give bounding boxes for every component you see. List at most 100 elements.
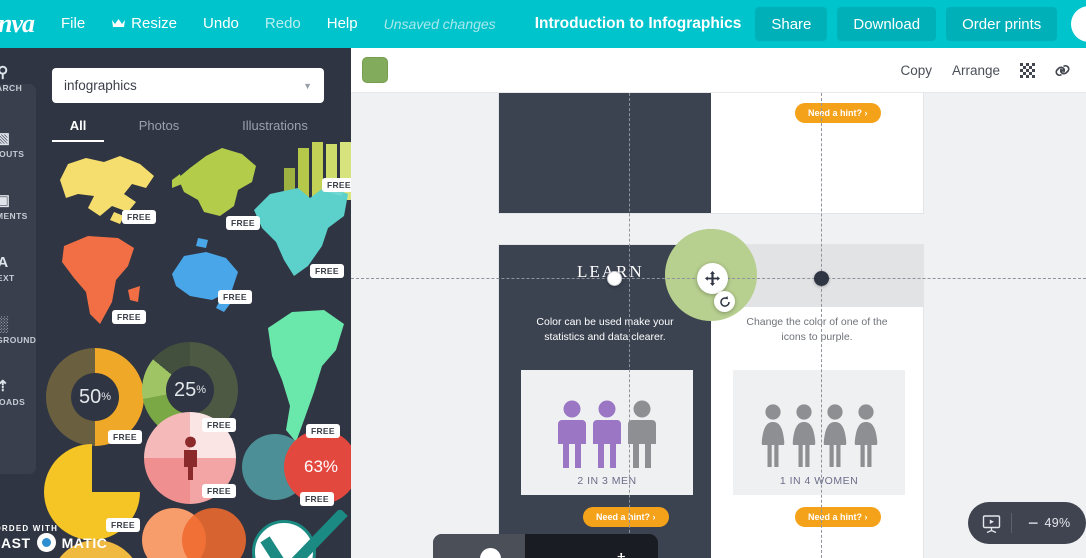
right-caption-line1: Change the color of one of the xyxy=(746,316,888,328)
color-swatch-button[interactable] xyxy=(362,57,388,83)
page1-left-half: CHANCE OF RAIN TODAY xyxy=(499,93,711,213)
result-donut-50[interactable]: 50% FREE xyxy=(46,348,150,452)
selection-handle-right[interactable] xyxy=(814,271,829,286)
search-input[interactable]: infographics ▼ xyxy=(52,68,324,103)
result-australia-map[interactable]: FREE xyxy=(162,238,252,314)
zoom-out-button[interactable]: − xyxy=(1022,513,1045,534)
men-stat-label: 2 IN 3 MEN xyxy=(577,475,637,487)
recorder-left-cap xyxy=(433,534,525,558)
watermark-screencast: ENCAST xyxy=(0,534,31,551)
right-caption: Change the color of one of the icons to … xyxy=(711,315,923,345)
need-a-hint-button-3[interactable]: Need a hint? › xyxy=(795,507,881,527)
free-badge: FREE xyxy=(218,290,252,304)
menu-item-file[interactable]: File xyxy=(48,0,98,48)
tab-illustrations[interactable]: Illustrations xyxy=(214,112,336,142)
watermark-line2: ENCAST MATIC xyxy=(0,533,152,552)
zoom-control: − 49% xyxy=(968,502,1086,544)
top-bar: anva File Resize Undo Redo Help Unsaved … xyxy=(0,0,1086,48)
result-checkmark[interactable] xyxy=(248,510,351,558)
screencast-watermark: RECORDED WITH ENCAST MATIC xyxy=(0,524,152,552)
results-grid: FREE FREE FREE FREE FREE FREE 50 % FREE … xyxy=(36,142,351,558)
elements-icon: ▣ xyxy=(0,192,11,209)
menu-item-undo[interactable]: Undo xyxy=(190,0,252,48)
free-badge: FREE xyxy=(202,418,236,432)
donut-value-text: 25 xyxy=(173,378,197,401)
page2-right-half: Change the color of one of the icons to … xyxy=(665,229,923,558)
sidebar-item-background[interactable]: ░ BACKGROUND xyxy=(0,308,36,352)
orange-circle-b xyxy=(182,508,246,558)
need-a-hint-button-2[interactable]: Need a hint? › xyxy=(583,507,669,527)
design-canvas[interactable]: CHANCE OF RAIN TODAY ONLY 25% OF PEOPLE … xyxy=(351,93,1086,558)
sidebar-item-elements-label: ELEMENTS xyxy=(0,211,28,221)
canva-logo[interactable]: anva xyxy=(0,9,48,39)
sidebar-item-elements[interactable]: ▣ ELEMENTS xyxy=(0,184,36,228)
sidebar-item-layouts[interactable]: ▧ LAYOUTS xyxy=(0,122,36,166)
sidebar-item-text-label: TEXT xyxy=(0,273,15,283)
search-input-value: infographics xyxy=(64,78,137,93)
uploads-icon: ⇡ xyxy=(0,378,10,395)
transparency-icon[interactable] xyxy=(1020,62,1035,78)
circle-value: 63% xyxy=(303,457,339,476)
order-prints-button[interactable]: Order prints xyxy=(946,7,1058,41)
men-icons xyxy=(558,399,656,469)
chevron-down-icon[interactable]: ▼ xyxy=(303,81,312,91)
sidebar-item-search-label: SEARCH xyxy=(0,83,23,93)
woman-icon-3 xyxy=(823,404,846,467)
menu-item-resize-label: Resize xyxy=(131,14,178,32)
recorder-toolbar[interactable]: † xyxy=(433,534,658,558)
left-caption: Color can be used make your statistics a… xyxy=(499,315,711,345)
smart-guide-vertical-left xyxy=(629,93,630,558)
zoom-divider xyxy=(1011,513,1012,533)
present-icon[interactable] xyxy=(982,514,1001,533)
left-caption-line1: Color can be used make your xyxy=(536,316,674,328)
avatar[interactable] xyxy=(1071,6,1086,42)
document-title[interactable]: Introduction to Infographics xyxy=(535,15,742,33)
tab-all[interactable]: All xyxy=(52,112,104,142)
crown-icon xyxy=(111,1,126,49)
canvas-page-1[interactable]: CHANCE OF RAIN TODAY ONLY 25% OF PEOPLE … xyxy=(499,93,923,213)
result-orange-circles[interactable]: FREE xyxy=(142,508,250,558)
woman-icon-1 xyxy=(761,404,784,467)
copy-button[interactable]: Copy xyxy=(900,63,932,78)
sidebar-item-uploads-label: UPLOADS xyxy=(0,397,26,407)
selection-handle-left[interactable] xyxy=(607,271,622,286)
need-a-hint-button-1[interactable]: Need a hint? › xyxy=(795,103,881,123)
sidebar-item-text[interactable]: A TEXT xyxy=(0,246,36,290)
panel-tabs: All Photos Illustrations xyxy=(52,112,336,142)
arrange-button[interactable]: Arrange xyxy=(952,63,1000,78)
background-icon: ░ xyxy=(0,316,9,333)
zoom-level-value[interactable]: 49% xyxy=(1045,516,1071,530)
unsaved-changes-status: Unsaved changes xyxy=(383,16,496,32)
sidebar-item-uploads[interactable]: ⇡ UPLOADS xyxy=(0,370,36,414)
result-africa-map[interactable]: FREE xyxy=(50,228,154,333)
left-caption-line2: statistics and data clearer. xyxy=(544,331,666,343)
search-panel: infographics ▼ All Photos Illustrations … xyxy=(36,48,351,558)
menu-item-resize[interactable]: Resize xyxy=(98,0,190,49)
share-button[interactable]: Share xyxy=(755,7,828,41)
result-north-america-map[interactable]: FREE xyxy=(250,180,351,288)
free-badge: FREE xyxy=(122,210,156,224)
free-badge: FREE xyxy=(202,484,236,498)
menu-item-redo[interactable]: Redo xyxy=(252,0,314,48)
women-stat-box[interactable]: 1 IN 4 WOMEN xyxy=(733,370,905,495)
sidebar-item-search[interactable]: ⚲ SEARCH xyxy=(0,56,36,100)
free-badge: FREE xyxy=(108,430,142,444)
download-button[interactable]: Download xyxy=(837,7,937,41)
sidebar-item-layouts-label: LAYOUTS xyxy=(0,149,25,159)
woman-icon-2 xyxy=(792,404,815,467)
tab-photos[interactable]: Photos xyxy=(104,112,214,142)
menu-item-help[interactable]: Help xyxy=(314,0,371,48)
man-icon-3 xyxy=(628,400,656,468)
check-icon xyxy=(260,510,348,558)
men-stat-box[interactable]: 2 IN 3 MEN xyxy=(521,370,693,495)
link-icon[interactable] xyxy=(1053,61,1072,80)
result-asia-map[interactable]: FREE xyxy=(54,150,164,230)
text-icon: A xyxy=(0,254,9,271)
move-handle[interactable] xyxy=(697,263,728,294)
result-circle-63[interactable]: 63% FREE xyxy=(242,430,351,514)
recorder-plus-icon[interactable]: † xyxy=(617,550,626,558)
donut-value: 25% xyxy=(166,366,214,414)
page1-right-half: ONLY 25% OF PEOPLE ARE LIVING UP TO THEI… xyxy=(711,93,923,213)
person-icon xyxy=(184,436,197,480)
rotate-handle[interactable] xyxy=(714,291,735,312)
